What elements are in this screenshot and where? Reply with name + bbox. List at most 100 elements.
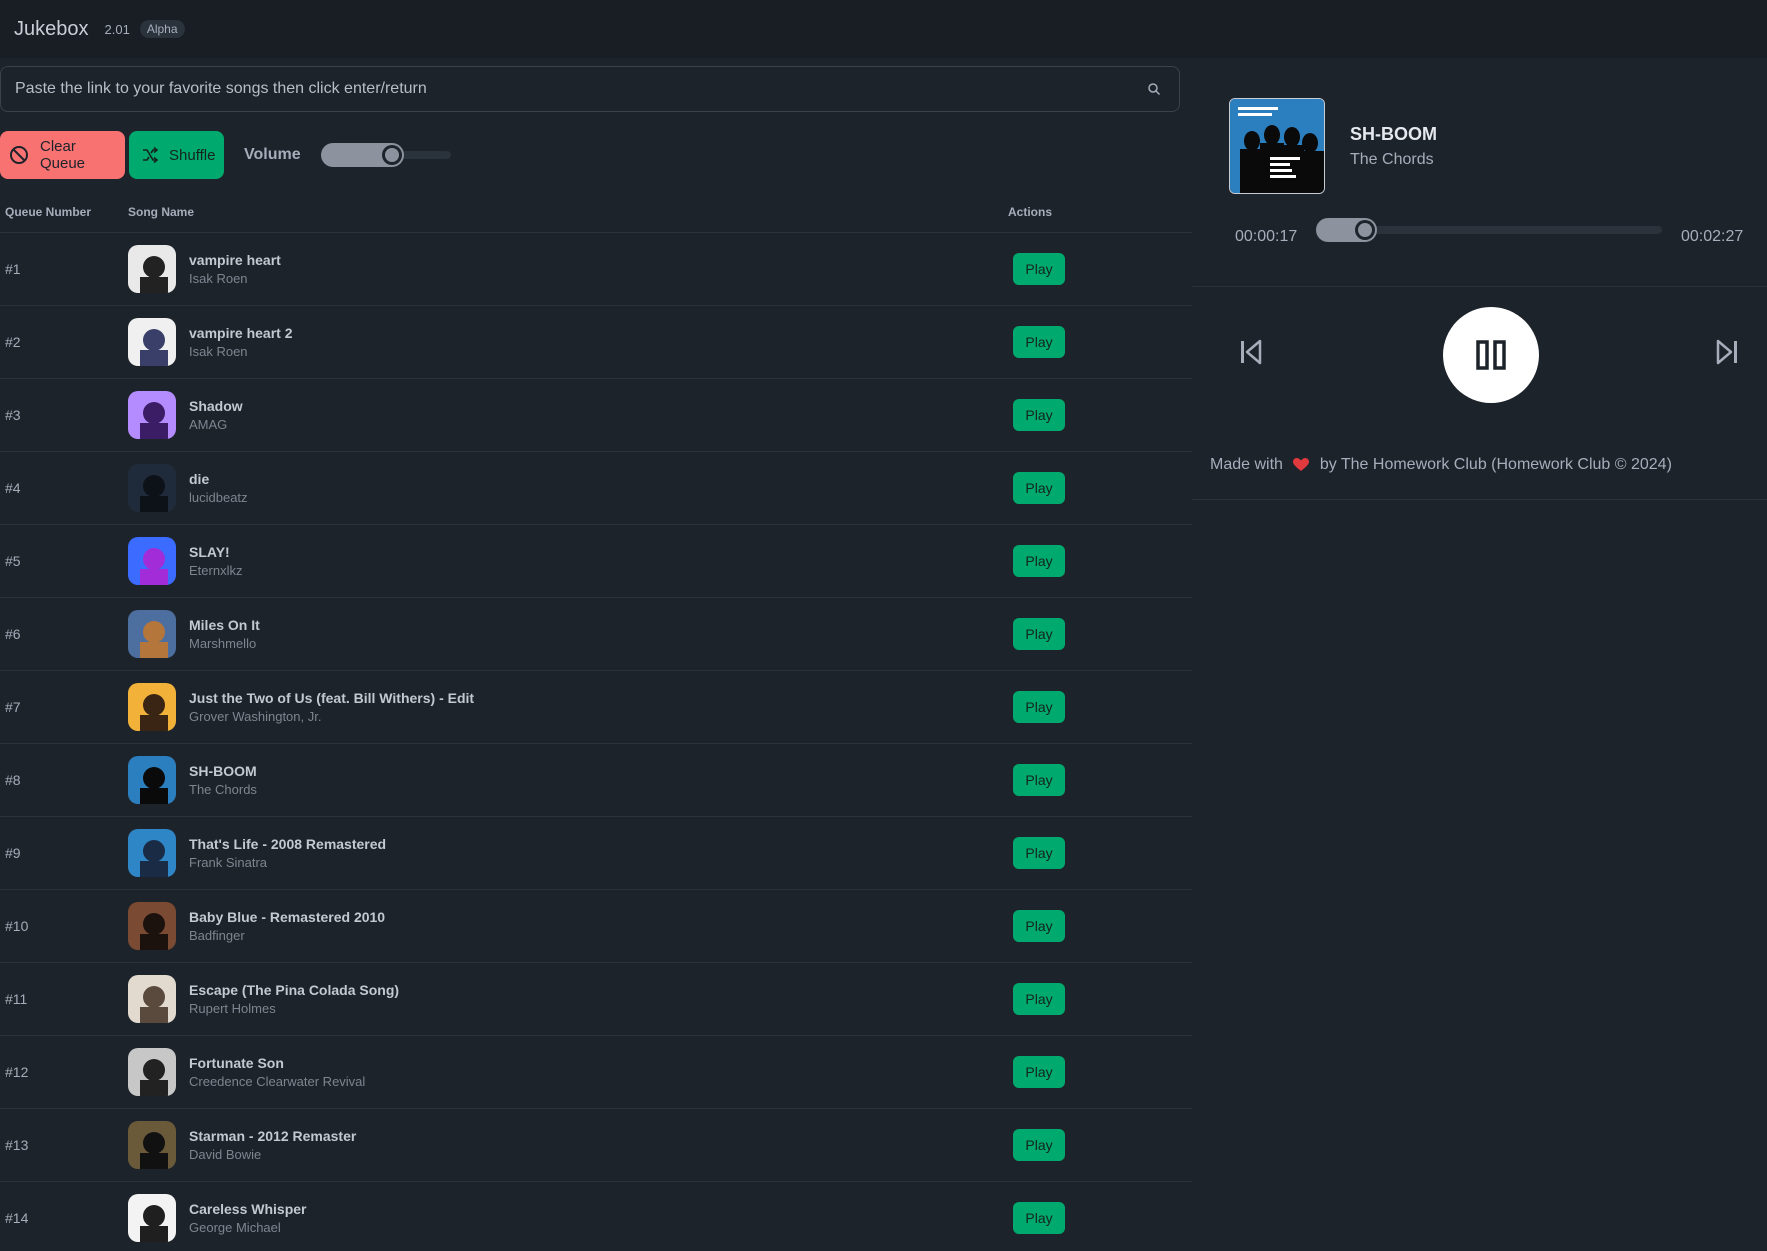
song-artist: Eternxlkz bbox=[189, 563, 243, 578]
song-title: vampire heart 2 bbox=[189, 325, 293, 341]
song-artist: Isak Roen bbox=[189, 344, 248, 359]
play-button[interactable]: Play bbox=[1013, 545, 1065, 577]
song-artist: The Chords bbox=[189, 782, 257, 797]
song-title: SH-BOOM bbox=[189, 763, 257, 779]
play-button[interactable]: Play bbox=[1013, 837, 1065, 869]
footer-suffix: by The Homework Club (Homework Club © 20… bbox=[1319, 456, 1672, 473]
song-cell: Just the Two of Us (feat. Bill Withers) … bbox=[128, 683, 1008, 731]
queue-number: #13 bbox=[5, 1137, 29, 1153]
table-row: #6 Miles On It Marshmello Play bbox=[0, 597, 1192, 671]
queue-number: #6 bbox=[5, 626, 21, 642]
table-row: #12 Fortunate Son Creedence Clearwater Rev… bbox=[0, 1035, 1192, 1109]
search-input[interactable] bbox=[1, 79, 1147, 99]
play-button[interactable]: Play bbox=[1013, 253, 1065, 285]
album-art bbox=[128, 391, 176, 439]
song-artist: David Bowie bbox=[189, 1147, 262, 1162]
shuffle-button[interactable]: Shuffle bbox=[129, 131, 224, 179]
song-title: vampire heart bbox=[189, 252, 281, 268]
album-art bbox=[128, 1121, 176, 1169]
play-button[interactable]: Play bbox=[1013, 983, 1065, 1015]
queue-number: #8 bbox=[5, 772, 21, 788]
song-cell: Shadow AMAG bbox=[128, 391, 1008, 439]
previous-button[interactable] bbox=[1239, 339, 1263, 370]
play-button[interactable]: Play bbox=[1013, 1056, 1065, 1088]
pause-button[interactable] bbox=[1443, 307, 1539, 403]
song-cell: Escape (The Pina Colada Song) Rupert Holm… bbox=[128, 975, 1008, 1023]
song-artist: Creedence Clearwater Revival bbox=[189, 1074, 366, 1089]
album-art bbox=[128, 683, 176, 731]
next-button[interactable] bbox=[1715, 339, 1739, 370]
play-button[interactable]: Play bbox=[1013, 399, 1065, 431]
search-bar[interactable] bbox=[0, 66, 1180, 112]
song-cell: die lucidbeatz bbox=[128, 464, 1008, 512]
album-art bbox=[128, 1194, 176, 1242]
song-cell: vampire heart 2 Isak Roen bbox=[128, 318, 1008, 366]
queue-number: #10 bbox=[5, 918, 29, 934]
song-title: Shadow bbox=[189, 398, 243, 414]
now-playing-artist: The Chords bbox=[1350, 150, 1434, 168]
song-artist: lucidbeatz bbox=[189, 490, 248, 505]
song-cell: SH-BOOM The Chords bbox=[128, 756, 1008, 804]
table-header-row: Queue Number Song Name Actions bbox=[0, 192, 1192, 233]
table-row: #5 SLAY! Eternxlkz Play bbox=[0, 524, 1192, 598]
col-song-name: Song Name bbox=[128, 192, 1008, 233]
queue-controls: Clear Queue Shuffle Volume bbox=[0, 130, 451, 180]
album-art bbox=[128, 829, 176, 877]
play-button[interactable]: Play bbox=[1013, 326, 1065, 358]
play-button[interactable]: Play bbox=[1013, 1129, 1065, 1161]
song-title: SLAY! bbox=[189, 544, 230, 560]
album-art bbox=[128, 610, 176, 658]
song-title: die bbox=[189, 471, 210, 487]
table-row: #14 Careless Whisper George Michael Play bbox=[0, 1181, 1192, 1251]
play-button[interactable]: Play bbox=[1013, 910, 1065, 942]
app-title[interactable]: Jukebox bbox=[14, 18, 89, 41]
song-artist: Isak Roen bbox=[189, 271, 248, 286]
table-row: #4 die lucidbeatz Play bbox=[0, 451, 1192, 525]
album-art bbox=[128, 1048, 176, 1096]
table-row: #1 vampire heart Isak Roen Play bbox=[0, 232, 1192, 306]
footer-credit: Made with by The Homework Club (Homework… bbox=[1210, 456, 1672, 474]
album-art bbox=[128, 756, 176, 804]
song-title: Starman - 2012 Remaster bbox=[189, 1128, 357, 1144]
song-cell: Starman - 2012 Remaster David Bowie bbox=[128, 1121, 1008, 1169]
top-bar: Jukebox 2.01 Alpha bbox=[0, 0, 1767, 58]
divider bbox=[1192, 499, 1767, 500]
album-art bbox=[128, 902, 176, 950]
song-title: Fortunate Son bbox=[189, 1055, 284, 1071]
seek-knob[interactable] bbox=[1355, 220, 1375, 240]
shuffle-icon bbox=[143, 146, 159, 164]
queue-number: #9 bbox=[5, 845, 21, 861]
col-queue-number: Queue Number bbox=[0, 192, 128, 233]
seek-slider[interactable] bbox=[1316, 218, 1662, 242]
queue-number: #2 bbox=[5, 334, 21, 350]
song-cell: That's Life - 2008 Remastered Frank Sinat… bbox=[128, 829, 1008, 877]
table-row: #8 SH-BOOM The Chords Play bbox=[0, 743, 1192, 817]
clear-queue-button[interactable]: Clear Queue bbox=[0, 131, 125, 179]
song-artist: Marshmello bbox=[189, 636, 257, 651]
song-artist: Frank Sinatra bbox=[189, 855, 268, 870]
album-art bbox=[128, 537, 176, 585]
queue-number: #7 bbox=[5, 699, 21, 715]
song-artist: AMAG bbox=[189, 417, 228, 432]
col-actions: Actions bbox=[1008, 192, 1192, 233]
queue-number: #1 bbox=[5, 261, 21, 277]
song-title: Miles On It bbox=[189, 617, 260, 633]
play-button[interactable]: Play bbox=[1013, 691, 1065, 723]
shuffle-label: Shuffle bbox=[169, 146, 216, 164]
table-row: #7 Just the Two of Us (feat. Bill Withers… bbox=[0, 670, 1192, 744]
play-button[interactable]: Play bbox=[1013, 472, 1065, 504]
album-art bbox=[128, 318, 176, 366]
song-cell: Fortunate Son Creedence Clearwater Reviva… bbox=[128, 1048, 1008, 1096]
table-row: #9 That's Life - 2008 Remastered Frank Sin… bbox=[0, 816, 1192, 890]
queue-number: #12 bbox=[5, 1064, 29, 1080]
volume-slider[interactable] bbox=[320, 143, 451, 167]
clear-queue-label: Clear Queue bbox=[39, 138, 86, 172]
song-artist: Badfinger bbox=[189, 928, 245, 943]
queue-table: Queue Number Song Name Actions #1 vampire… bbox=[0, 192, 1192, 1251]
search-icon[interactable] bbox=[1147, 82, 1161, 96]
play-button[interactable]: Play bbox=[1013, 764, 1065, 796]
volume-knob[interactable] bbox=[381, 145, 402, 165]
play-button[interactable]: Play bbox=[1013, 1202, 1065, 1234]
play-button[interactable]: Play bbox=[1013, 618, 1065, 650]
queue-number: #14 bbox=[5, 1210, 29, 1226]
